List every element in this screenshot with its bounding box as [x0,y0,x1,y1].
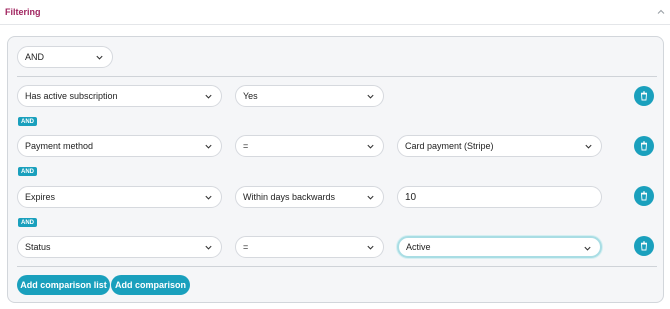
chevron-down-icon [205,144,212,149]
field-select[interactable]: Status [17,236,222,258]
divider [17,76,657,77]
chevron-down-icon [367,195,374,200]
field-select[interactable]: Has active subscription [17,85,222,107]
operator-value: Yes [243,91,258,101]
value-select[interactable]: Card payment (Stripe) [397,135,602,157]
chevron-down-icon [96,55,103,60]
operator-value: Within days backwards [243,192,336,202]
trash-icon [641,91,647,101]
chevron-down-icon [584,246,591,251]
add-comparison-button[interactable]: Add comparison [111,275,190,295]
group-operator-select[interactable]: AND [17,46,113,68]
operator-value: = [243,141,249,151]
chevron-down-icon [367,94,374,99]
filter-panel: AND Has active subscription Yes AND Paym… [7,36,664,303]
field-value: Status [25,242,51,252]
operator-select[interactable]: = [235,135,384,157]
value-input[interactable]: 10 [397,186,602,208]
delete-comparison-button[interactable] [634,86,654,106]
field-value: Expires [25,192,56,202]
operator-select[interactable]: Yes [235,85,384,107]
chevron-down-icon [367,245,374,250]
trash-icon [641,191,647,201]
add-comparison-list-button[interactable]: Add comparison list [17,275,110,295]
group-operator-value: AND [25,52,45,62]
and-connector-badge: AND [18,117,37,126]
delete-comparison-button[interactable] [634,136,654,156]
trash-icon [641,141,647,151]
filtering-header[interactable]: Filtering [0,0,670,25]
delete-comparison-button[interactable] [634,236,654,256]
and-connector-badge: AND [18,218,37,227]
field-value: Has active subscription [25,91,118,101]
chevron-down-icon [367,144,374,149]
trash-icon [641,241,647,251]
field-value: Payment method [25,141,94,151]
filtering-title: Filtering [5,7,41,17]
chevron-down-icon [205,195,212,200]
value-select[interactable]: Active [397,236,602,258]
and-connector-badge: AND [18,167,37,176]
value-input-text: 10 [405,191,417,203]
delete-comparison-button[interactable] [634,186,654,206]
field-select[interactable]: Expires [17,186,222,208]
value-value: Card payment (Stripe) [405,141,494,151]
chevron-down-icon [585,144,592,149]
operator-value: = [243,242,249,252]
operator-select[interactable]: Within days backwards [235,186,384,208]
chevron-down-icon [205,94,212,99]
field-select[interactable]: Payment method [17,135,222,157]
operator-select[interactable]: = [235,236,384,258]
divider [17,266,657,267]
chevron-up-icon[interactable] [656,7,666,17]
value-value: Active [406,242,431,252]
chevron-down-icon [205,245,212,250]
